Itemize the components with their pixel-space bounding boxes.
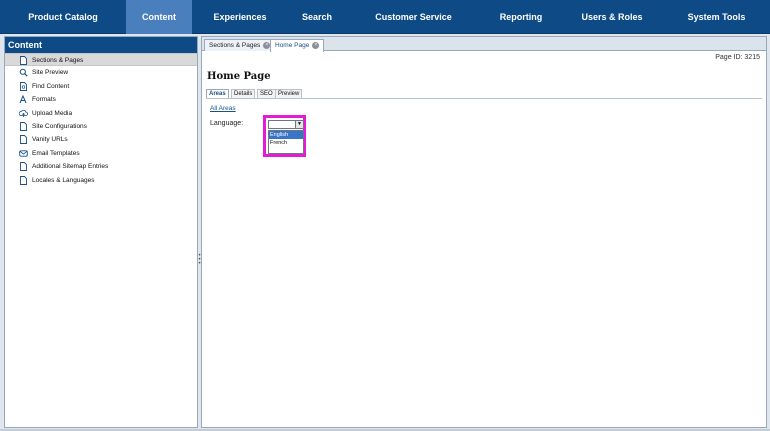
document-icon bbox=[19, 175, 28, 185]
nav-tab-search[interactable]: Search bbox=[288, 0, 346, 34]
subtab-divider bbox=[206, 98, 762, 99]
sidebar-title: Content bbox=[5, 37, 197, 53]
sidebar-item-label: Email Templates bbox=[32, 149, 80, 157]
sidebar-item-additional-sitemap-entries[interactable]: Additional Sitemap Entries bbox=[5, 160, 197, 173]
nav-tab-content[interactable]: Content bbox=[126, 0, 192, 34]
sidebar-item-email-templates[interactable]: Email Templates bbox=[5, 147, 197, 160]
sidebar-item-label: Additional Sitemap Entries bbox=[32, 163, 109, 171]
sidebar-item-label: Vanity URLs bbox=[32, 136, 68, 144]
sidebar-item-label: Formats bbox=[32, 96, 56, 104]
top-navigation: Product Catalog Content Experiences Sear… bbox=[0, 0, 770, 34]
find-document-icon bbox=[19, 81, 28, 91]
doc-tab-label: Home Page bbox=[275, 42, 310, 49]
nav-tab-users-roles[interactable]: Users & Roles bbox=[561, 0, 663, 34]
magnifier-icon bbox=[19, 68, 28, 78]
page-title: Home Page bbox=[207, 71, 271, 82]
nav-tab-system-tools[interactable]: System Tools bbox=[663, 0, 770, 34]
sidebar-item-upload-media[interactable]: Upload Media bbox=[5, 107, 197, 120]
language-select[interactable]: ▼ bbox=[268, 120, 304, 129]
sidebar-item-label: Site Preview bbox=[32, 69, 69, 77]
sidebar-item-label: Site Configurations bbox=[32, 122, 87, 130]
sidebar-item-label: Sections & Pages bbox=[32, 57, 84, 64]
sidebar-item-find-content[interactable]: Find Content bbox=[5, 80, 197, 93]
font-icon bbox=[19, 95, 28, 104]
main-panel: Sections & Pages × Home Page × Page ID: 32… bbox=[201, 36, 767, 428]
envelope-icon bbox=[19, 149, 28, 158]
doc-tab-label: Sections & Pages bbox=[209, 42, 261, 49]
doc-tab-sections-pages[interactable]: Sections & Pages × bbox=[204, 39, 276, 51]
sidebar-item-site-configurations[interactable]: Site Configurations bbox=[5, 120, 197, 133]
language-option-english[interactable]: English bbox=[269, 131, 303, 139]
language-dropdown-list: English French bbox=[268, 130, 304, 154]
sidebar-item-label: Upload Media bbox=[32, 109, 73, 117]
close-icon[interactable]: × bbox=[312, 41, 320, 49]
document-tab-bar: Sections & Pages × Home Page × bbox=[202, 37, 766, 52]
nav-tab-experiences[interactable]: Experiences bbox=[192, 0, 288, 34]
chevron-down-icon[interactable]: ▼ bbox=[295, 121, 303, 128]
sidebar-item-sections-pages[interactable]: Sections & Pages bbox=[5, 53, 197, 67]
sidebar-item-label: Find Content bbox=[32, 82, 70, 90]
sidebar-item-label: Locales & Languages bbox=[32, 176, 95, 184]
all-areas-link[interactable]: All Areas bbox=[210, 105, 236, 112]
sidebar-item-formats[interactable]: Formats bbox=[5, 93, 197, 106]
document-icon bbox=[19, 122, 28, 131]
page-id: Page ID: 3215 bbox=[715, 54, 760, 61]
document-icon bbox=[19, 162, 28, 172]
sidebar-item-locales-languages[interactable]: Locales & Languages bbox=[5, 174, 197, 187]
document-icon bbox=[19, 56, 28, 65]
sidebar-item-vanity-urls[interactable]: Vanity URLs bbox=[5, 133, 197, 146]
document-icon bbox=[19, 135, 28, 145]
sidebar-item-site-preview[interactable]: Site Preview bbox=[5, 66, 197, 79]
language-label: Language: bbox=[210, 120, 244, 127]
language-option-french[interactable]: French bbox=[269, 139, 303, 147]
nav-tab-product-catalog[interactable]: Product Catalog bbox=[0, 0, 126, 34]
highlight-box: ▼ English French bbox=[263, 115, 306, 157]
nav-tab-reporting[interactable]: Reporting bbox=[481, 0, 561, 34]
content-sidebar: Content Sections & Pages Site Preview Fi… bbox=[4, 36, 198, 428]
nav-tab-customer-service[interactable]: Customer Service bbox=[346, 0, 481, 34]
doc-tab-home-page[interactable]: Home Page × bbox=[270, 39, 325, 52]
upload-cloud-icon bbox=[19, 109, 28, 118]
